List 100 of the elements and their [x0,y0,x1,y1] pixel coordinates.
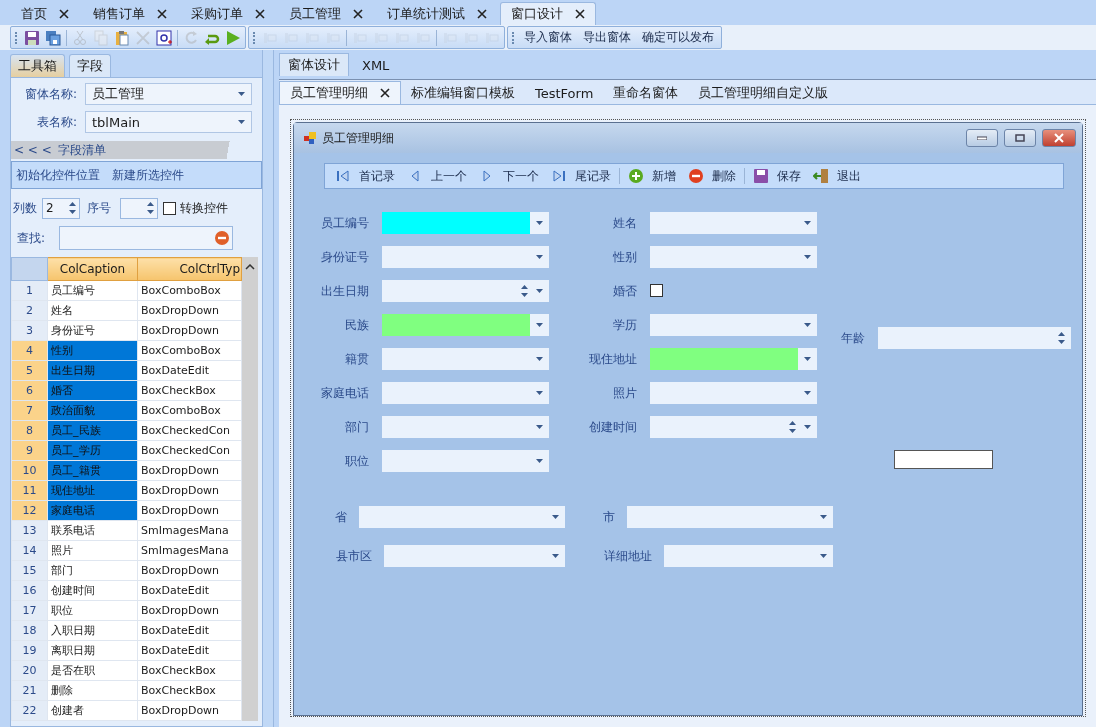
dropdown-icon[interactable] [536,357,543,361]
scrollbar[interactable] [242,257,258,721]
action-button[interactable]: 新建所选控件 [112,166,184,184]
maximize-button[interactable] [1004,129,1036,147]
spin-icon[interactable] [521,285,528,297]
dropdown-icon[interactable] [536,459,543,463]
close-icon[interactable] [157,9,167,19]
input-field[interactable] [627,506,833,528]
input-field[interactable] [650,246,817,268]
textbox-icon[interactable] [156,29,172,46]
dropdown-icon[interactable] [804,357,811,361]
close-icon[interactable] [477,9,487,19]
dropdown-icon[interactable] [238,92,245,96]
toolbar-button[interactable]: 保存 [749,167,805,185]
input-field[interactable] [382,348,549,370]
input-field[interactable] [382,450,549,472]
dropdown-icon[interactable] [536,391,543,395]
clipboard-icon[interactable] [114,29,130,46]
dropdown-icon[interactable] [804,391,811,395]
toolbar-button[interactable]: 尾记录 [547,167,615,185]
toolbar-button[interactable]: 导入窗体 [521,29,575,46]
dropdown-icon[interactable] [536,255,543,259]
form-tab[interactable]: TestForm [525,82,604,104]
collapse-toggle[interactable]: < < < [14,143,52,157]
toolbar-button[interactable]: 删除 [684,167,740,185]
dropdown-icon[interactable] [536,425,543,429]
input-field[interactable] [650,314,817,336]
dropdown-icon[interactable] [820,554,827,558]
toolbar-button[interactable]: 退出 [809,167,865,185]
dropdown-icon[interactable] [552,554,559,558]
input-field[interactable] [384,545,565,567]
input-field[interactable] [650,212,817,234]
field-label: 县市区 [336,548,372,565]
save-all-icon[interactable] [45,29,61,46]
document-tab[interactable]: 窗口设计 [500,2,596,25]
toolbar-button[interactable]: 首记录 [331,167,399,185]
toolbar-button[interactable]: 上一个 [403,167,471,185]
view-tab[interactable]: XML [353,53,399,76]
form-tab[interactable]: 标准编辑窗口模板 [401,82,525,104]
form-tab[interactable]: 重命名窗体 [603,82,689,104]
minimize-button[interactable] [966,129,998,147]
toolbar-button[interactable]: 确定可以发布 [639,29,717,46]
form-name-dropdown[interactable]: 员工管理 [85,83,252,105]
action-button[interactable]: 初始化控件位置 [16,166,100,184]
table-name-dropdown[interactable]: tblMain [85,111,252,133]
search-field[interactable] [59,226,234,250]
close-icon[interactable] [380,88,390,98]
view-tab[interactable]: 窗体设计 [279,53,349,76]
input-field[interactable] [382,416,549,438]
dropdown-icon[interactable] [552,515,559,519]
input-field[interactable] [359,506,565,528]
input-field[interactable] [894,450,993,469]
input-field[interactable] [664,545,833,567]
dropdown-icon[interactable] [536,289,543,293]
checkbox[interactable] [650,284,663,297]
dropdown-icon[interactable] [804,221,811,225]
document-tab[interactable]: 首页 [10,2,80,25]
column-header[interactable]: ColCtrlTyp [137,257,242,281]
spin-icon[interactable] [1058,332,1065,344]
input-field[interactable] [382,280,549,302]
form-tab[interactable]: 员工管理明细 [279,81,401,104]
input-field[interactable] [650,416,817,438]
last-record-icon [551,168,567,184]
close-button[interactable] [1042,129,1076,147]
dropdown-icon[interactable] [804,255,811,259]
panel-tab[interactable]: 字段 [69,54,111,77]
input-field[interactable] [878,327,1071,349]
document-tab[interactable]: 订单统计测试 [376,2,498,25]
dropdown-icon[interactable] [804,323,811,327]
input-field[interactable] [650,382,817,404]
add-icon [628,168,644,184]
dropdown-icon[interactable] [804,425,811,429]
input-field[interactable] [382,382,549,404]
toolbar-button[interactable]: 下一个 [475,167,543,185]
toolbar-button[interactable]: 导出窗体 [580,29,634,46]
checkbox[interactable] [163,201,176,215]
spin-icon[interactable] [147,202,154,214]
save-icon[interactable] [24,29,40,46]
dropdown-icon[interactable] [820,515,827,519]
document-tab[interactable]: 销售订单 [82,2,178,25]
document-tab[interactable]: 员工管理 [278,2,374,25]
close-icon[interactable] [353,9,363,19]
spin-icon[interactable] [789,421,796,433]
close-icon[interactable] [575,9,585,19]
close-icon[interactable] [59,9,69,19]
spin-field[interactable] [120,197,158,219]
form-tab[interactable]: 员工管理明细自定义版 [688,82,839,104]
close-icon[interactable] [255,9,265,19]
spin-icon[interactable] [69,202,76,214]
toolbar-button[interactable]: 新增 [624,167,680,185]
spin-field[interactable]: 2 [42,197,80,219]
dropdown-icon[interactable] [536,221,543,225]
clear-icon[interactable] [214,230,231,246]
document-tab[interactable]: 采购订单 [180,2,276,25]
column-header[interactable]: ColCaption [47,257,138,281]
input-field[interactable] [382,246,549,268]
panel-tab[interactable]: 工具箱 [10,54,65,77]
dropdown-icon[interactable] [238,120,245,124]
dropdown-icon[interactable] [536,323,543,327]
scroll-up-icon[interactable] [245,264,255,270]
